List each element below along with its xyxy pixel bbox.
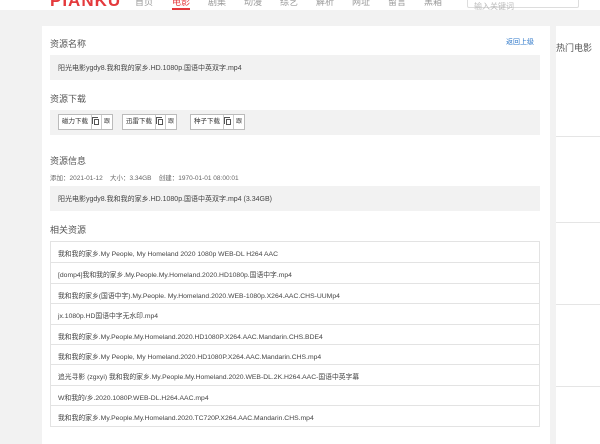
back-link[interactable]: 返回上级 (506, 37, 534, 47)
site-logo[interactable]: PIANKU (50, 0, 121, 10)
related-item[interactable]: 我和我的家乡.My People, My Homeland.2020.HD108… (51, 343, 539, 364)
search-input[interactable]: 输入关键词 (467, 0, 579, 10)
related-item[interactable]: [domp4]我和我的家乡.My.People.My.Homeland.2020… (51, 262, 539, 282)
related-item[interactable]: 追光寻影 (zgxyi) 我和我的家乡.My.People.My.Homelan… (51, 364, 539, 384)
related-item[interactable]: W和我的/乡.2020.1080P.WEB-DL.H264.AAC.mp4 (51, 384, 539, 405)
sidebar-divider (556, 136, 600, 137)
qr-icon: 跟 (103, 119, 110, 125)
qr-icon: 跟 (167, 119, 174, 125)
resource-info: 阳光电影ygdy8.我和我的家乡.HD.1080p.国语中英双字.mp4 (3.… (50, 186, 540, 211)
resource-panel: 资源名称 返回上级 阳光电影ygdy8.我和我的家乡.HD.1080p.国语中英… (42, 26, 550, 444)
related-list: 我和我的家乡.My People, My Homeland 2020 1080p… (50, 241, 540, 427)
torrent-qr-button[interactable]: 跟 (234, 115, 244, 129)
copy-magnet-button[interactable] (92, 115, 102, 129)
related-item[interactable]: 我和我的家乡.My.People.My.Homeland.2020.HD1080… (51, 323, 539, 344)
magnet-qr-button[interactable]: 跟 (102, 115, 112, 129)
related-heading: 相关资源 (50, 225, 87, 235)
copy-thunder-button[interactable] (156, 115, 166, 129)
active-nav-indicator (172, 8, 190, 10)
related-item[interactable]: 我和我的家乡.My People, My Homeland 2020 1080p… (51, 242, 539, 262)
sidebar-divider (556, 386, 600, 387)
nav-series[interactable]: 剧集 (208, 0, 226, 8)
nav-blackbox[interactable]: 黑箱 (424, 0, 442, 8)
top-nav: PIANKU 首页 电影 剧集 动漫 综艺 解析 网址 留言 黑箱 输入关键词 (0, 0, 600, 10)
thunder-download-group: 迅雷下载 跟 (122, 114, 177, 130)
hot-movies-sidebar: 热门电影 (556, 26, 600, 444)
download-heading: 资源下载 (50, 94, 87, 104)
nav-parse[interactable]: 解析 (316, 0, 334, 8)
nav-movies[interactable]: 电影 (172, 0, 190, 8)
thunder-download-button[interactable]: 迅雷下载 (123, 115, 156, 129)
related-item[interactable]: 我和我的家乡.My.People.My.Homeland.2020.TC720P… (51, 405, 539, 425)
nav-home[interactable]: 首页 (135, 0, 153, 8)
thunder-qr-button[interactable]: 跟 (166, 115, 176, 129)
copy-torrent-button[interactable] (224, 115, 234, 129)
nav-sites[interactable]: 网址 (352, 0, 370, 8)
nav-anime[interactable]: 动漫 (244, 0, 262, 8)
copy-icon (156, 117, 163, 125)
nav-variety[interactable]: 综艺 (280, 0, 298, 8)
magnet-download-button[interactable]: 磁力下载 (59, 115, 92, 129)
nav-message[interactable]: 留言 (388, 0, 406, 8)
resource-filename: 阳光电影ygdy8.我和我的家乡.HD.1080p.国语中英双字.mp4 (50, 55, 540, 80)
resource-name-heading: 资源名称 (50, 39, 87, 49)
torrent-download-button[interactable]: 种子下载 (191, 115, 224, 129)
qr-icon: 跟 (235, 119, 242, 125)
related-item[interactable]: 我和我的家乡(国语中字).My.People. My.Homeland.2020… (51, 282, 539, 303)
copy-icon (224, 117, 231, 125)
sidebar-divider (556, 304, 600, 305)
sidebar-title: 热门电影 (556, 43, 593, 53)
sidebar-divider (556, 222, 600, 223)
copy-icon (92, 117, 99, 125)
related-item[interactable]: jx.1080p.HD国语中字无水印.mp4 (51, 303, 539, 323)
info-heading: 资源信息 (50, 156, 87, 166)
resource-meta: 添加：2021-01-12 大小：3.34GB 创建：1970-01-01 08… (50, 175, 239, 182)
magnet-download-group: 磁力下载 跟 (58, 114, 113, 130)
torrent-download-group: 种子下载 跟 (190, 114, 245, 130)
download-bar: 磁力下载 跟 迅雷下载 跟 种子下载 跟 (50, 110, 540, 135)
